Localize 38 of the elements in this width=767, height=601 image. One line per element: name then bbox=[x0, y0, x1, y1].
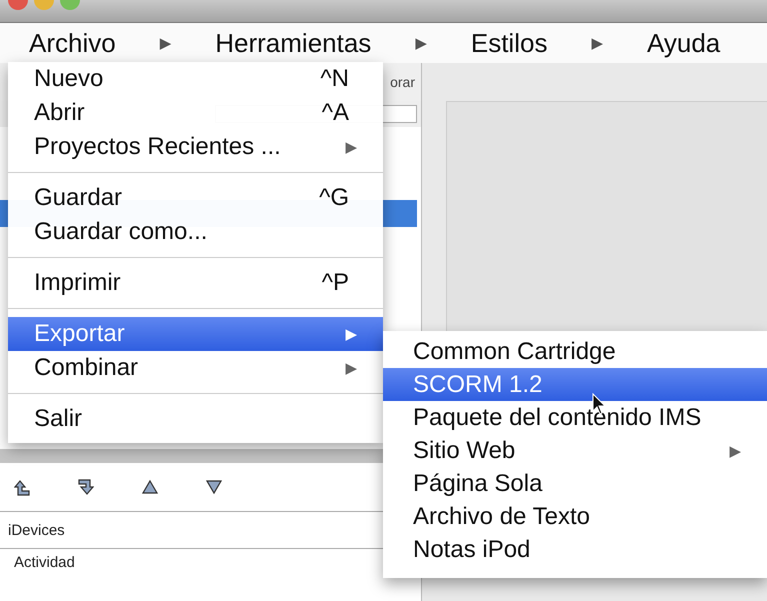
submenu-arrow: ▶ bbox=[345, 138, 357, 156]
menu-item[interactable]: Guardar como... bbox=[8, 215, 383, 249]
down-triangle-icon[interactable] bbox=[206, 478, 222, 496]
up-triangle-icon[interactable] bbox=[142, 478, 158, 496]
promote-arrow-icon[interactable] bbox=[14, 478, 30, 496]
menu-title[interactable]: Estilos bbox=[470, 28, 548, 58]
arrow-glyph: ▶ bbox=[415, 34, 427, 52]
menu-title[interactable]: Herramientas bbox=[215, 28, 372, 58]
menu-title[interactable]: Archivo bbox=[29, 28, 116, 58]
menu-item[interactable]: SCORM 1.2 bbox=[383, 368, 767, 401]
demote-arrow-icon[interactable] bbox=[78, 478, 94, 496]
menu-item[interactable]: Common Cartridge bbox=[383, 335, 767, 368]
menu-item[interactable]: Guardar ^G bbox=[8, 181, 383, 215]
arrow-glyph: ▶ bbox=[591, 34, 603, 52]
submenu-arrow: ▶ bbox=[345, 325, 357, 343]
menu-item[interactable]: Imprimir ^P bbox=[8, 266, 383, 300]
menu-item[interactable]: Salir bbox=[8, 402, 383, 436]
menu-item[interactable]: Nuevo ^N bbox=[8, 62, 383, 96]
menu-item[interactable]: Proyectos Recientes ... ▶ bbox=[8, 130, 383, 164]
menu-title[interactable]: Ayuda bbox=[646, 28, 720, 58]
toolbar-button[interactable]: orar bbox=[390, 74, 415, 90]
menu-item[interactable]: Paquete del contenido IMS bbox=[383, 401, 767, 434]
menu-item[interactable]: Página Sola bbox=[383, 467, 767, 500]
shortcut-label: ^P bbox=[322, 269, 349, 297]
menu-item[interactable]: Notas iPod bbox=[383, 533, 767, 566]
list-item[interactable]: Actividad bbox=[14, 554, 75, 571]
menu-item[interactable]: Exportar ▶ bbox=[8, 317, 383, 351]
menu-item[interactable]: Combinar ▶ bbox=[8, 351, 383, 385]
menu-item[interactable]: Abrir ^A bbox=[8, 96, 383, 130]
submenu-arrow: ▶ bbox=[345, 359, 357, 377]
shortcut-label: ^G bbox=[319, 184, 349, 212]
menu-item[interactable]: Sitio Web ▶ bbox=[383, 434, 767, 467]
shortcut-label: ^A bbox=[322, 99, 349, 127]
submenu-arrow: ▶ bbox=[729, 442, 741, 460]
menu-item[interactable]: Archivo de Texto bbox=[383, 500, 767, 533]
shortcut-label: ^N bbox=[320, 65, 349, 93]
panel-header: iDevices bbox=[8, 522, 65, 538]
arrow-glyph: ▶ bbox=[160, 34, 172, 52]
